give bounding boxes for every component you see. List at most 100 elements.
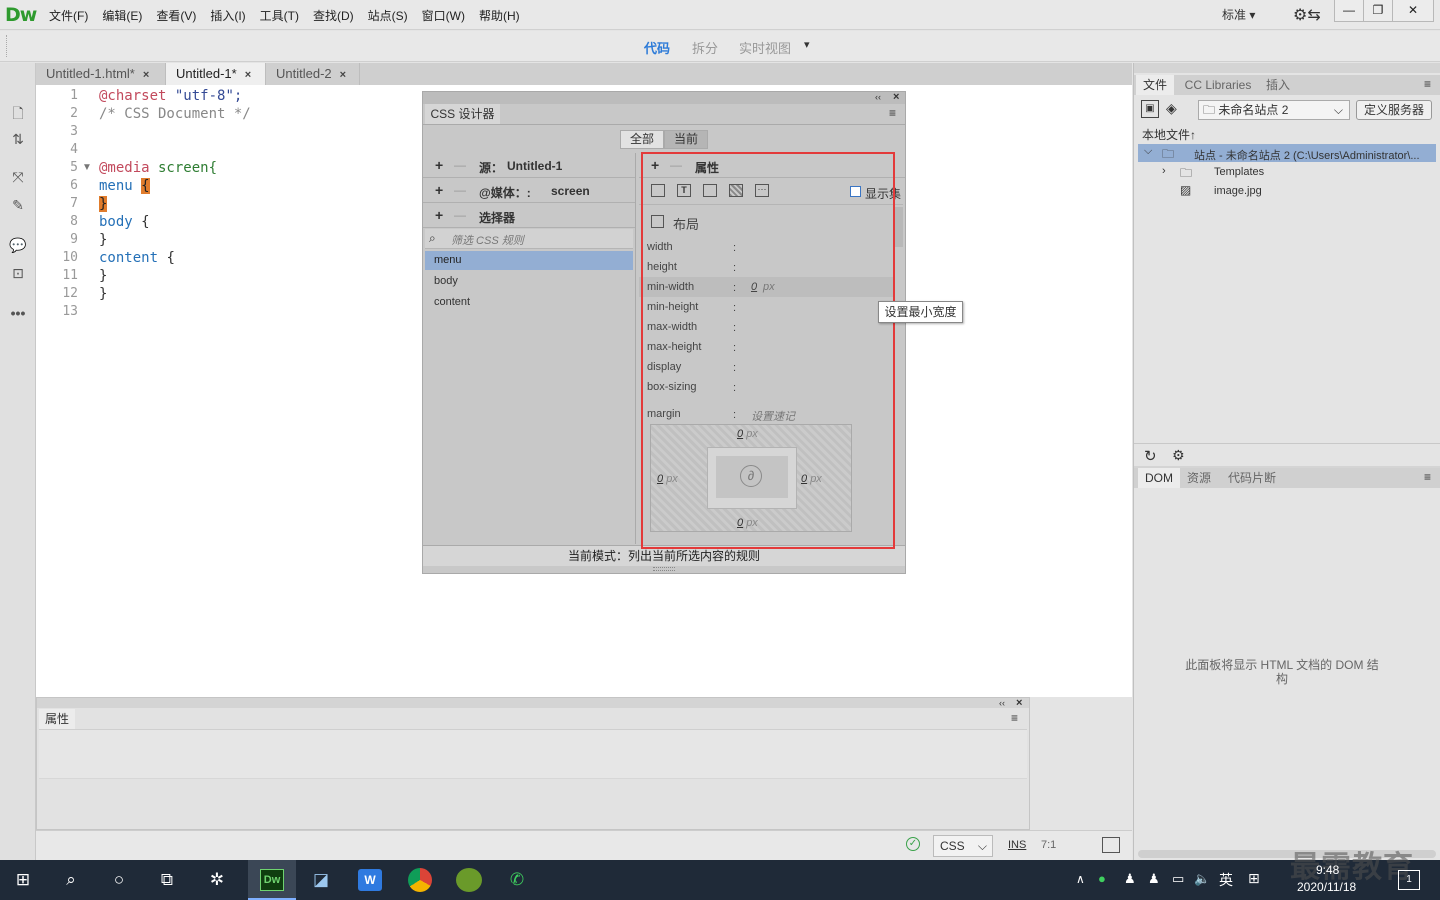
minimize-button[interactable]: — — [1334, 0, 1364, 22]
task-view-icon[interactable]: ⧉ — [154, 868, 180, 892]
tree-item-templates[interactable]: › 🗀 Templates — [1138, 163, 1436, 181]
windows-start-icon[interactable]: ⊞ — [10, 868, 36, 892]
close-icon[interactable]: × — [340, 69, 346, 81]
remove-selector-icon[interactable]: — — [454, 208, 466, 222]
all-mode-button[interactable]: 全部 — [620, 130, 664, 149]
tab-snippets[interactable]: 代码片断 — [1220, 468, 1284, 488]
site-select[interactable]: 🗀 未命名站点 2 ⌵ — [1198, 100, 1350, 120]
current-mode-button[interactable]: 当前 — [664, 130, 708, 149]
panel-menu-icon[interactable]: ≡ — [1011, 711, 1018, 725]
network-icon[interactable]: ▭ — [1172, 871, 1184, 887]
define-server-button[interactable]: 定义服务器 — [1356, 100, 1432, 120]
refresh-icon[interactable]: ↻ — [1144, 447, 1157, 465]
close-icon[interactable]: × — [893, 91, 899, 103]
close-icon[interactable]: × — [1016, 697, 1022, 709]
selector-item-body[interactable]: body — [425, 272, 633, 291]
format-brush-icon[interactable]: ✎ — [8, 197, 28, 217]
expand-site-icon[interactable]: ⚙ — [1172, 447, 1185, 464]
properties-scrollbar[interactable] — [895, 207, 903, 247]
wechat-icon[interactable]: ✆ — [504, 868, 530, 892]
cortana-icon[interactable]: ○ — [106, 868, 132, 892]
tree-item-image[interactable]: ▨ image.jpg — [1138, 182, 1436, 200]
file-transfer-icon[interactable]: ⇅ — [8, 131, 28, 151]
collapse-icon[interactable]: ‹‹ — [875, 92, 881, 102]
tab-assets[interactable]: 资源 — [1182, 468, 1216, 488]
add-source-icon[interactable]: + — [435, 157, 443, 173]
wps-icon[interactable]: W — [358, 869, 382, 891]
chevron-down-icon[interactable]: ▾ — [804, 38, 810, 51]
pinwheel-app-icon[interactable]: ✲ — [204, 868, 230, 892]
wechat-tray-icon[interactable]: ● — [1098, 871, 1106, 886]
more-icon[interactable]: ••• — [8, 305, 28, 325]
restore-button[interactable]: ❐ — [1363, 0, 1393, 22]
workspace-switcher[interactable]: 标准 ▾ — [1222, 6, 1255, 23]
menu-site[interactable]: 站点(S) — [361, 7, 415, 24]
tab-cc-libraries[interactable]: CC Libraries — [1176, 75, 1260, 95]
media-value[interactable]: screen — [551, 184, 590, 198]
panel-menu-icon[interactable]: ≡ — [1424, 77, 1431, 91]
menu-tools[interactable]: 工具(T) — [253, 7, 306, 24]
panel-header[interactable] — [423, 92, 905, 104]
ime-icon[interactable]: ⊞ — [1248, 870, 1260, 887]
comment-icon[interactable]: 💬 — [8, 237, 28, 257]
document-type-select[interactable]: CSS ⌵ — [933, 835, 993, 857]
live-view-button[interactable]: 实时视图 — [739, 38, 791, 57]
qq-icon[interactable]: ♟ — [1124, 871, 1136, 887]
close-icon[interactable]: × — [143, 69, 149, 81]
green-app-icon[interactable] — [456, 868, 482, 892]
code-view-button[interactable]: 代码 — [644, 38, 670, 57]
close-icon[interactable]: × — [245, 69, 251, 81]
panel-menu-icon[interactable]: ≡ — [889, 106, 896, 120]
tab-insert[interactable]: 插入 — [1262, 75, 1294, 95]
preview-icon[interactable] — [1102, 837, 1120, 853]
git-icon[interactable]: ◈ — [1166, 100, 1177, 117]
tab-untitled-1-html[interactable]: Untitled-1.html* × — [36, 63, 166, 85]
clock-time[interactable]: 9:48 — [1316, 863, 1339, 877]
notification-icon[interactable]: 1 — [1398, 870, 1420, 890]
clock-date[interactable]: 2020/11/18 — [1297, 880, 1356, 894]
open-document-icon[interactable]: 🗋 — [8, 103, 28, 123]
notepad-icon[interactable]: ◪ — [308, 868, 334, 892]
tab-properties[interactable]: 属性 — [39, 709, 75, 729]
collapse-icon[interactable]: ‹‹ — [999, 698, 1005, 708]
local-files-header[interactable]: 本地文件↑ — [1142, 126, 1196, 143]
chrome-icon[interactable] — [408, 868, 432, 892]
add-selector-icon[interactable]: + — [435, 207, 443, 223]
menu-view[interactable]: 查看(V) — [149, 7, 203, 24]
fold-arrow-icon[interactable]: ▼ — [82, 162, 92, 173]
dreamweaver-taskbar-button[interactable]: Dw — [248, 860, 296, 900]
tab-files[interactable]: 文件 — [1136, 75, 1174, 95]
tab-untitled-1[interactable]: Untitled-1* × — [166, 63, 266, 85]
gear-icon[interactable]: ⚙⇆ — [1293, 5, 1321, 25]
tab-css-designer[interactable]: CSS 设计器 — [425, 104, 500, 124]
remove-source-icon[interactable]: — — [454, 158, 466, 172]
remove-media-icon[interactable]: — — [454, 183, 466, 197]
tab-dom[interactable]: DOM — [1138, 468, 1180, 488]
menu-file[interactable]: 文件(F) — [42, 7, 95, 24]
tree-root-site[interactable]: ⌵ 🗀 站点 - 未命名站点 2 (C:\Users\Administrator… — [1138, 144, 1436, 162]
close-button[interactable]: ✕ — [1392, 0, 1434, 22]
search-icon[interactable]: ⌕ — [58, 868, 84, 892]
selector-item-menu[interactable]: menu — [425, 251, 633, 270]
toolbar-grip[interactable] — [6, 35, 8, 57]
sources-value[interactable]: Untitled-1 — [507, 159, 562, 173]
snippet-icon[interactable]: ⊡ — [8, 265, 28, 285]
connect-server-icon[interactable]: ▣ — [1141, 100, 1159, 118]
input-language[interactable]: 英 — [1219, 870, 1233, 890]
filter-css-rules[interactable]: ⌕ 筛选 CSS 规则 — [425, 229, 633, 249]
panel-menu-icon[interactable]: ≡ — [1424, 470, 1431, 484]
menu-window[interactable]: 窗口(W) — [415, 7, 472, 24]
selector-item-content[interactable]: content — [425, 293, 633, 312]
insert-mode[interactable]: INS — [1008, 839, 1026, 851]
qq-icon[interactable]: ♟ — [1148, 871, 1160, 887]
menu-edit[interactable]: 编辑(E) — [95, 7, 149, 24]
expand-collapse-icon[interactable]: ⤧ — [8, 169, 28, 189]
split-view-button[interactable]: 拆分 — [692, 38, 718, 57]
menu-help[interactable]: 帮助(H) — [472, 7, 527, 24]
resize-grip[interactable] — [653, 567, 675, 571]
show-hidden-icons[interactable]: ∧ — [1076, 872, 1085, 886]
add-media-icon[interactable]: + — [435, 182, 443, 198]
tab-untitled-2[interactable]: Untitled-2 × — [266, 63, 360, 85]
menu-insert[interactable]: 插入(I) — [203, 7, 252, 24]
volume-icon[interactable]: 🔈 — [1194, 871, 1210, 887]
